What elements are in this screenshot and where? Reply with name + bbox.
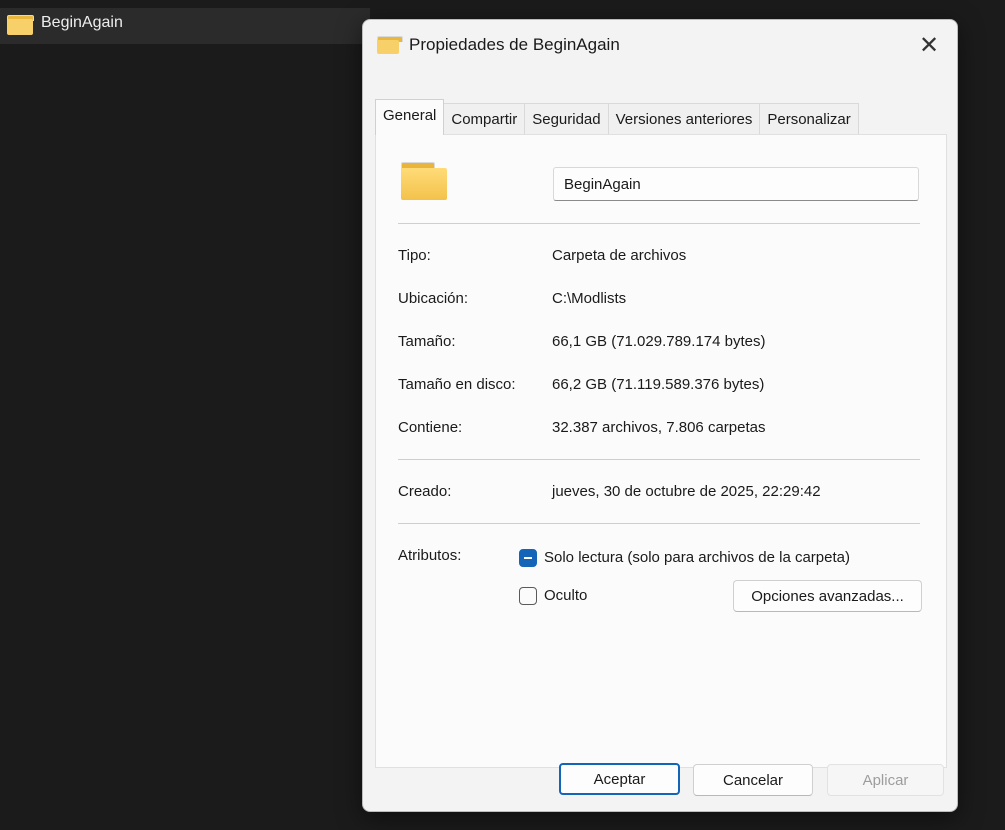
advanced-options-button[interactable]: Opciones avanzadas...: [733, 580, 922, 612]
folder-icon: [7, 15, 34, 36]
tab-versiones-anteriores[interactable]: Versiones anteriores: [607, 103, 761, 135]
attributes-label: Atributos:: [398, 547, 462, 564]
location-label: Ubicación:: [398, 290, 469, 307]
type-value: Carpeta de archivos: [552, 247, 687, 264]
created-value: jueves, 30 de octubre de 2025, 22:29:42: [552, 483, 821, 500]
tab-personalizar[interactable]: Personalizar: [759, 103, 859, 135]
tab-compartir[interactable]: Compartir: [443, 103, 526, 135]
close-icon[interactable]: ✕: [913, 30, 945, 60]
explorer-item-name: BeginAgain: [41, 14, 123, 31]
hidden-checkbox[interactable]: [519, 587, 537, 605]
tab-general[interactable]: General: [375, 99, 445, 135]
contains-value: 32.387 archivos, 7.806 carpetas: [552, 419, 766, 436]
divider: [398, 523, 920, 524]
properties-dialog: Propiedades de BeginAgain ✕ General Comp…: [362, 19, 958, 812]
contains-label: Contiene:: [398, 419, 463, 436]
apply-button[interactable]: Aplicar: [827, 764, 944, 796]
disk-size-value: 66,2 GB (71.119.589.376 bytes): [552, 376, 765, 393]
tab-seguridad[interactable]: Seguridad: [524, 103, 609, 135]
cancel-button[interactable]: Cancelar: [693, 764, 813, 796]
folder-icon: [401, 162, 447, 200]
readonly-checkbox[interactable]: [519, 549, 537, 567]
divider: [398, 459, 920, 460]
dialog-titlebar[interactable]: Propiedades de BeginAgain ✕: [363, 20, 957, 70]
size-label: Tamaño:: [398, 333, 456, 350]
location-value: C:\Modlists: [552, 290, 627, 307]
divider: [398, 223, 920, 224]
disk-size-label: Tamaño en disco:: [398, 376, 516, 393]
ok-button[interactable]: Aceptar: [559, 763, 680, 795]
general-panel: Tipo: Carpeta de archivos Ubicación: C:\…: [375, 134, 947, 768]
explorer-item-row[interactable]: BeginAgain: [0, 8, 370, 44]
readonly-label[interactable]: Solo lectura (solo para archivos de la c…: [544, 549, 850, 566]
created-label: Creado:: [398, 483, 452, 500]
folder-icon: [377, 36, 403, 54]
type-label: Tipo:: [398, 247, 431, 264]
size-value: 66,1 GB (71.029.789.174 bytes): [552, 333, 766, 350]
dialog-title: Propiedades de BeginAgain: [409, 35, 620, 54]
folder-name-input[interactable]: [553, 167, 919, 201]
hidden-label[interactable]: Oculto: [544, 587, 587, 604]
tab-strip: General Compartir Seguridad Versiones an…: [375, 99, 859, 135]
